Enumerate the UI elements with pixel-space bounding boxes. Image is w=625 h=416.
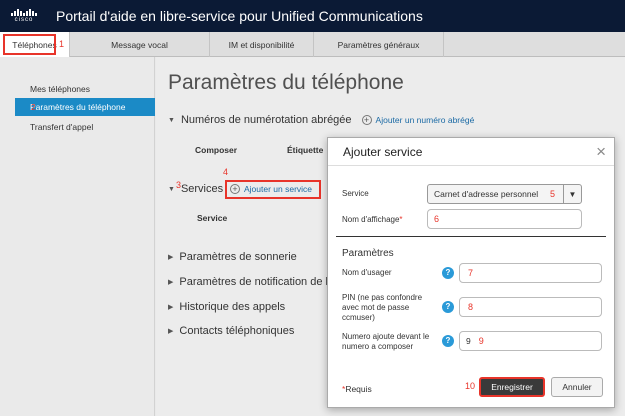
username-input[interactable]: 7 <box>459 263 602 283</box>
display-name-label-text: Nom d'affichage <box>342 215 400 224</box>
required-text: Requis <box>345 384 372 394</box>
ringtone-section[interactable]: ▶ Paramètres de sonnerie <box>168 251 297 263</box>
service-select[interactable]: Carnet d'adresse personnel ▼ <box>427 184 582 204</box>
expand-right-icon: ▶ <box>168 254 174 261</box>
help-icon[interactable]: ? <box>442 301 454 313</box>
col-header-dial: Composer <box>195 145 238 155</box>
col-header-label: Étiquette <box>287 145 324 155</box>
required-star: * <box>399 215 403 224</box>
speed-dial-section[interactable]: ▼ Numéros de numérotation abrégée + Ajou… <box>168 114 474 126</box>
sidebar-item-my-phones[interactable]: Mes téléphones <box>15 80 155 98</box>
prefix-label-line-2: numero a composer <box>342 342 414 351</box>
callout-5: 5 <box>550 189 556 199</box>
tab-voicemail[interactable]: Message vocal <box>70 32 210 57</box>
app-title: Portail d'aide en libre-service pour Uni… <box>56 8 423 24</box>
pin-input[interactable]: 8 <box>459 297 602 317</box>
callout-2: 2 <box>31 103 36 112</box>
prefix-input-value: 9 <box>466 336 471 346</box>
notification-section[interactable]: ▶ Paramètres de notification de l <box>168 276 328 288</box>
dialog-header: Ajouter service × <box>328 138 614 166</box>
callout-1: 1 <box>59 39 65 49</box>
ringtone-label: Paramètres de sonnerie <box>179 251 297 263</box>
prefix-input[interactable]: 9 9 <box>459 331 602 351</box>
display-name-input[interactable]: 6 <box>427 209 582 229</box>
pin-label-line-1: PIN (ne pas confondre <box>342 293 423 302</box>
cancel-button[interactable]: Annuler <box>551 377 603 397</box>
callout-4: 4 <box>223 167 229 177</box>
main-tabs: Téléphones Message vocal IM et disponibi… <box>0 32 625 57</box>
expand-right-icon: ▶ <box>168 279 174 286</box>
col-header-service: Service <box>197 213 228 223</box>
tab-im-presence-label: IM et disponibilité <box>228 39 295 50</box>
username-label: Nom d'usager <box>342 268 392 277</box>
callout-9: 9 <box>478 336 484 346</box>
expand-right-icon: ▶ <box>168 304 174 311</box>
plus-circle-icon: + <box>230 184 240 194</box>
tab-voicemail-label: Message vocal <box>111 39 168 50</box>
callout-8: 8 <box>468 302 474 312</box>
tab-im-presence[interactable]: IM et disponibilité <box>210 32 314 57</box>
page-title: Paramètres du téléphone <box>168 71 404 94</box>
plus-circle-icon: + <box>361 115 372 125</box>
display-name-label: Nom d'affichage* <box>342 215 403 225</box>
sidebar-item-phone-settings[interactable]: Paramètres du téléphone <box>15 98 155 116</box>
callout-10: 10 <box>465 381 476 391</box>
pin-label-line-2: avec mot de passe <box>342 303 410 312</box>
services-label: Services <box>180 183 224 195</box>
close-icon[interactable]: × <box>596 142 606 162</box>
sidebar: Mes téléphones Paramètres du téléphone T… <box>0 57 155 416</box>
history-label: Historique des appels <box>179 301 286 313</box>
services-section[interactable]: ▼ Services <box>168 183 223 195</box>
history-section[interactable]: ▶ Historique des appels <box>168 301 285 313</box>
expand-down-icon: ▼ <box>168 185 175 193</box>
help-icon[interactable]: ? <box>442 267 454 279</box>
sidebar-item-label: Transfert d'appel <box>30 122 94 132</box>
contacts-section[interactable]: ▶ Contacts téléphoniques <box>168 325 294 337</box>
contacts-label: Contacts téléphoniques <box>179 325 295 337</box>
dialog-title: Ajouter service <box>343 145 423 159</box>
speed-dial-label: Numéros de numérotation abrégée <box>180 114 352 126</box>
help-icon[interactable]: ? <box>442 335 454 347</box>
params-title: Paramètres <box>342 248 394 259</box>
tab-general-settings[interactable]: Paramètres généraux <box>314 32 444 57</box>
service-select-value: Carnet d'adresse personnel <box>434 189 539 199</box>
callout-7: 7 <box>468 268 474 278</box>
sidebar-item-label: Mes téléphones <box>30 84 91 94</box>
add-speed-dial-text: Ajouter un numéro abrégé <box>375 115 475 125</box>
prefix-label-line-1: Numero ajoute devant le <box>342 332 430 341</box>
required-note: *Requis <box>342 384 372 394</box>
tab-general-settings-label: Paramètres généraux <box>337 39 420 50</box>
logo-text: cisco <box>14 17 34 23</box>
pin-label-line-3: ccmuser) <box>342 313 375 322</box>
callout-6: 6 <box>434 214 440 224</box>
cisco-logo: cisco <box>0 0 48 32</box>
add-speed-dial-link[interactable]: + Ajouter un numéro abrégé <box>361 115 475 125</box>
sidebar-item-call-forwarding[interactable]: Transfert d'appel <box>15 118 155 136</box>
expand-down-icon: ▼ <box>168 116 175 124</box>
notification-label: Paramètres de notification de l <box>179 276 328 288</box>
dropdown-arrow-icon: ▼ <box>563 185 581 203</box>
expand-right-icon: ▶ <box>168 328 174 335</box>
divider <box>336 236 606 237</box>
highlight-tab-phones <box>3 34 56 55</box>
prefix-label: Numero ajoute devant le numero a compose… <box>342 332 429 352</box>
pin-label: PIN (ne pas confondre avec mot de passe … <box>342 293 422 323</box>
save-button[interactable]: Enregistrer <box>479 377 545 397</box>
top-bar: cisco Portail d'aide en libre-service po… <box>0 0 625 32</box>
add-service-dialog: Ajouter service × Service Carnet d'adres… <box>327 137 615 408</box>
service-label: Service <box>342 189 369 198</box>
sidebar-item-label: Paramètres du téléphone <box>30 102 126 112</box>
add-service-text: Ajouter un service <box>244 184 313 194</box>
add-service-link[interactable]: + Ajouter un service <box>230 184 312 194</box>
